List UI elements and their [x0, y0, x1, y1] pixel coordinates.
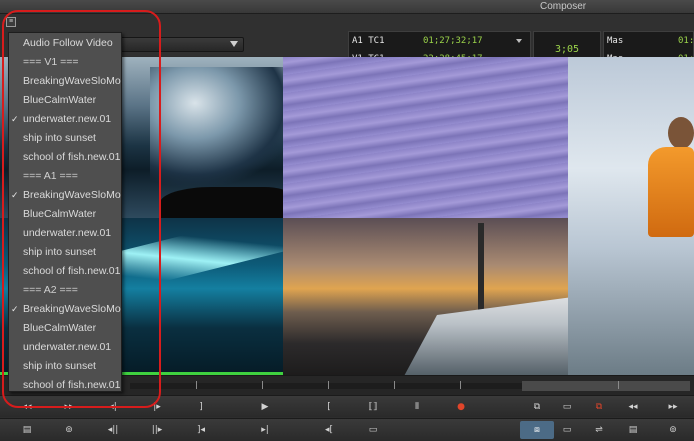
go-to-previous-edit-button[interactable]: ◂◂	[616, 398, 650, 416]
lift-button[interactable]: ▭	[550, 398, 584, 416]
ship-shape	[403, 297, 568, 375]
mark-out-button[interactable]: ]	[184, 398, 218, 416]
single-view-button[interactable]: ▭	[550, 421, 584, 439]
timeline-tick	[460, 381, 461, 389]
edit-toolbar: ▤ ⊚ ◂|| ||▸ ]◂ ▸| ◂[ ▭ ⧈ ▭ ⇌ ▤ ⊚	[0, 418, 694, 441]
go-to-end-button[interactable]: ▸|	[248, 421, 282, 439]
clear-marks-button[interactable]: ⫴	[400, 398, 434, 416]
wave-shape	[150, 67, 283, 187]
extract-button[interactable]: ▭	[356, 421, 390, 439]
rock-shape	[160, 187, 283, 218]
ship-mast-shape	[478, 223, 484, 313]
timeline-tick	[394, 381, 395, 389]
go-to-in-button[interactable]: ◂[	[312, 421, 346, 439]
loop-button[interactable]: ⊚	[52, 421, 86, 439]
timecode-label: Mas	[607, 36, 624, 46]
go-to-out-button[interactable]: ]◂	[184, 421, 218, 439]
video-person-snow[interactable]	[568, 57, 694, 375]
play-button[interactable]: ▶	[248, 398, 282, 416]
timeline-tick	[328, 381, 329, 389]
timecode-label: A1 TC1	[352, 36, 385, 46]
timeline-tick	[618, 381, 619, 389]
chevron-down-icon	[230, 41, 238, 47]
go-to-next-edit-button[interactable]: ▸▸	[656, 398, 690, 416]
multicam-view-button[interactable]: ⧈	[520, 421, 554, 439]
timecode-value: 01:	[678, 36, 694, 46]
window-title: Composer	[540, 1, 587, 12]
swap-button[interactable]: ⇌	[582, 421, 616, 439]
chevron-down-icon[interactable]	[516, 39, 522, 43]
person-head-shape	[668, 117, 694, 149]
mark-in-button[interactable]: [	[312, 398, 346, 416]
video-ship-into-sunset[interactable]	[283, 218, 568, 375]
timecode-value: 01;27;32;17	[423, 36, 483, 46]
marked-range	[522, 381, 690, 391]
record-button[interactable]: ●	[444, 398, 478, 416]
trim-right-button[interactable]: ||▸	[140, 421, 174, 439]
person-shape	[648, 147, 694, 237]
timecode-row[interactable]: A1 TC1 01;27;32;17	[349, 32, 530, 50]
timecode-row[interactable]: Mas 01:	[604, 32, 694, 50]
list-view-button[interactable]: ▤	[616, 421, 650, 439]
splice-in-button[interactable]: ⧉	[520, 398, 554, 416]
video-blue-calm-water[interactable]	[283, 57, 568, 218]
trim-left-button[interactable]: ◂||	[96, 421, 130, 439]
bin-icon[interactable]: ▤	[10, 421, 44, 439]
loop-play-button[interactable]: ⊚	[656, 421, 690, 439]
overwrite-button[interactable]: ⧉	[582, 398, 616, 416]
mark-clip-button[interactable]: ⟦⟧	[356, 398, 390, 416]
annotation-highlight	[2, 10, 161, 408]
composer-window: Composer ≡ A1 TC1 01;27;32;17 V1 TC1 22;…	[0, 0, 694, 441]
timeline-tick	[196, 381, 197, 389]
timeline-tick	[262, 381, 263, 389]
